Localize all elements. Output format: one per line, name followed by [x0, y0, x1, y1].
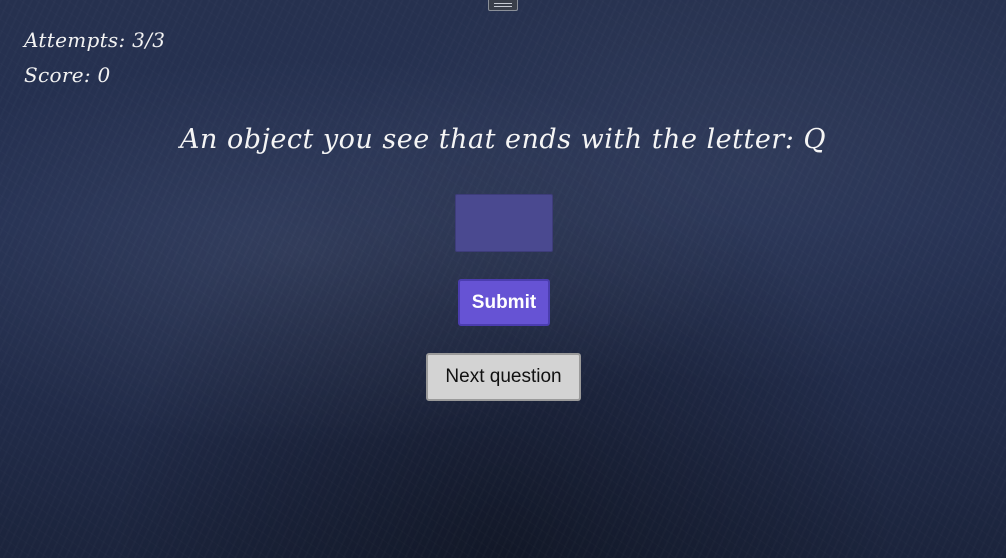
handle-line [494, 6, 512, 7]
answer-input[interactable] [455, 194, 553, 252]
score-counter: Score: 0 [24, 63, 111, 87]
menu-handle-icon[interactable] [488, 0, 518, 11]
submit-button[interactable]: Submit [458, 279, 550, 326]
handle-line [494, 3, 512, 4]
question-prompt: An object you see that ends with the let… [179, 124, 827, 155]
attempts-counter: Attempts: 3/3 [24, 28, 166, 52]
next-question-button[interactable]: Next question [426, 353, 581, 401]
